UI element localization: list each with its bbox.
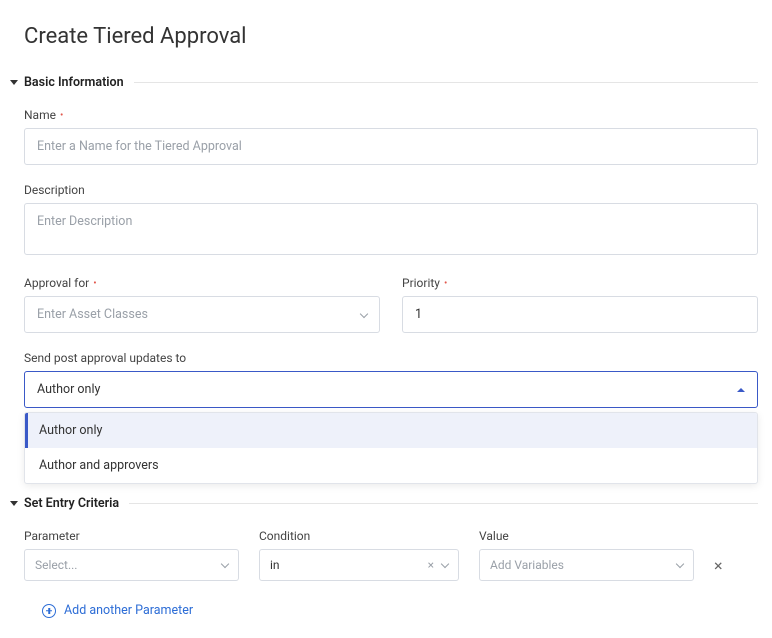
approval-for-select[interactable]: Enter Asset Classes [24,296,380,333]
divider [129,503,758,504]
name-input[interactable] [24,128,758,165]
value-placeholder: Add Variables [490,558,564,572]
condition-select[interactable]: in × [259,549,459,581]
section-header-basic[interactable]: Basic Information [10,75,758,90]
label-description: Description [24,183,758,197]
send-updates-select[interactable]: Author only [24,371,758,408]
criteria-row: Parameter Select... Condition in × Value… [24,529,758,581]
section-title-criteria: Set Entry Criteria [24,496,119,511]
caret-down-icon [10,501,18,506]
chevron-down-icon [221,560,229,568]
priority-input[interactable] [402,296,758,333]
label-send-updates: Send post approval updates to [24,351,758,365]
remove-criteria-button[interactable]: × [714,556,723,581]
condition-value: in [270,558,280,572]
send-updates-value: Author only [37,382,100,397]
required-indicator: • [60,110,63,121]
section-header-criteria[interactable]: Set Entry Criteria [10,496,758,511]
caret-down-icon [10,80,18,85]
label-value: Value [479,529,694,543]
approval-for-placeholder: Enter Asset Classes [37,307,148,322]
label-approval-for: Approval for• [24,276,380,290]
label-name: Name• [24,108,758,122]
label-parameter: Parameter [24,529,239,543]
send-updates-dropdown: Author only Author and approvers [24,412,758,484]
section-title-basic: Basic Information [24,75,124,90]
dropdown-option-author-and-approvers[interactable]: Author and approvers [25,448,757,483]
chevron-down-icon [676,560,684,568]
page-title: Create Tiered Approval [24,24,758,49]
required-indicator: • [444,278,447,289]
chevron-up-icon [737,388,745,392]
clear-condition-icon[interactable]: × [428,558,434,572]
parameter-placeholder: Select... [35,558,77,572]
divider [134,82,758,83]
dropdown-option-author-only[interactable]: Author only [25,413,757,448]
description-input[interactable] [24,203,758,255]
label-priority: Priority• [402,276,758,290]
chevron-down-icon [360,309,368,317]
plus-circle-icon [42,604,56,618]
chevron-down-icon [441,560,449,568]
value-select[interactable]: Add Variables [479,549,694,581]
label-condition: Condition [259,529,459,543]
add-parameter-button[interactable]: Add another Parameter [42,603,758,618]
required-indicator: • [93,278,96,289]
parameter-select[interactable]: Select... [24,549,239,581]
add-parameter-label: Add another Parameter [64,603,193,618]
